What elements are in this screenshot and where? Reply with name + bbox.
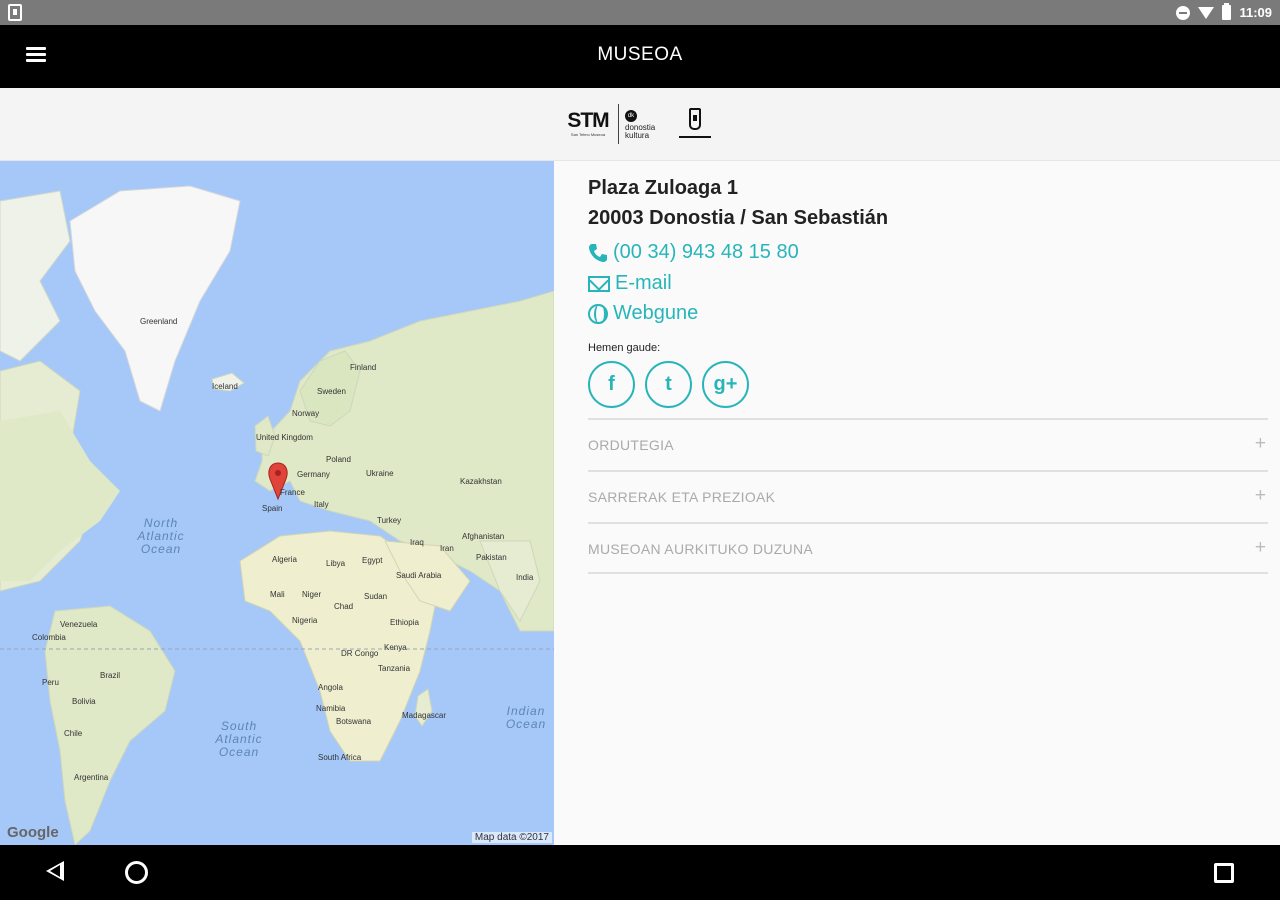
facebook-icon: f: [608, 373, 615, 395]
map-label-india: India: [516, 573, 534, 582]
accordion-tickets-prices[interactable]: SARRERAK ETA PREZIOAK +: [588, 470, 1268, 522]
twitter-button[interactable]: t: [645, 361, 692, 408]
map-label-kenya: Kenya: [384, 643, 407, 652]
map-label-indian-ocean: Indian Ocean: [505, 704, 547, 731]
map-label-ethiopia: Ethiopia: [390, 618, 419, 627]
map-label-france: France: [280, 488, 305, 497]
google-plus-button[interactable]: g+: [702, 361, 749, 408]
wifi-icon: [1198, 6, 1215, 19]
map-label-chile: Chile: [64, 729, 83, 738]
map-label-peru: Peru: [42, 678, 59, 687]
email-label: E-mail: [615, 272, 672, 294]
google-plus-icon: g+: [713, 373, 738, 395]
map-label-united-kingdom: United Kingdom: [256, 433, 313, 442]
map-label-iraq: Iraq: [410, 538, 424, 547]
app-bar: MUSEOA: [0, 25, 1280, 88]
map-label-niger: Niger: [302, 590, 322, 599]
map-label-afghanistan: Afghanistan: [462, 532, 505, 541]
status-icons: 11:09: [1176, 3, 1272, 22]
map-view[interactable]: Greenland Iceland Sweden Finland Norway …: [0, 161, 554, 845]
follow-us-label: Hemen gaude:: [588, 342, 661, 354]
map-label-pakistan: Pakistan: [476, 553, 507, 562]
map-label-mali: Mali: [270, 590, 285, 599]
website-label: Webgune: [613, 302, 699, 324]
phone-icon: [589, 243, 607, 262]
map-label-germany: Germany: [297, 470, 330, 479]
recent-apps-icon[interactable]: [1214, 863, 1234, 883]
map-label-south-atlantic: South Atlantic Ocean: [215, 719, 263, 759]
map-label-north-atlantic: North Atlantic Ocean: [137, 516, 185, 556]
map-label-saudi-arabia: Saudi Arabia: [396, 571, 442, 580]
map-label-south-africa: South Africa: [318, 753, 362, 762]
donostia-kultura-logo: dk donostia kultura: [625, 108, 673, 140]
app-title: MUSEOA: [597, 44, 683, 65]
map-label-egypt: Egypt: [362, 556, 383, 565]
globe-icon: [588, 303, 608, 324]
system-navigation-bar: [0, 845, 1280, 900]
map-label-libya: Libya: [326, 559, 346, 568]
map-label-bolivia: Bolivia: [72, 697, 96, 706]
back-icon[interactable]: [46, 861, 64, 881]
notification-icon: [8, 4, 22, 21]
sponsor-logos: STM San Telmo Museoa dk donostia kultura: [562, 104, 713, 144]
email-link[interactable]: E-mail: [588, 272, 672, 295]
accordion-museum-contents[interactable]: MUSEOAN AURKITUKO DUZUNA +: [588, 522, 1268, 574]
map-label-algeria: Algeria: [272, 555, 297, 564]
home-icon[interactable]: [125, 861, 148, 884]
map-label-greenland: Greenland: [140, 317, 178, 326]
battery-icon: [1222, 3, 1232, 20]
expand-plus-icon: +: [1254, 433, 1266, 454]
city-seal-logo: [677, 104, 713, 144]
map-label-madagascar: Madagascar: [402, 711, 447, 720]
phone-number: (00 34) 943 48 15 80: [613, 241, 799, 263]
map-label-sudan: Sudan: [364, 592, 388, 601]
expand-plus-icon: +: [1254, 485, 1266, 506]
accordion-title: ORDUTEGIA: [588, 437, 674, 453]
map-land-shapes: [0, 185, 554, 845]
accordion-title: MUSEOAN AURKITUKO DUZUNA: [588, 541, 813, 557]
map-label-colombia: Colombia: [32, 633, 66, 642]
map-label-kazakhstan: Kazakhstan: [460, 477, 502, 486]
status-bar: 11:09: [0, 0, 1280, 25]
facebook-button[interactable]: f: [588, 361, 635, 408]
accordion-opening-hours[interactable]: ORDUTEGIA +: [588, 418, 1268, 470]
map-label-spain: Spain: [262, 504, 283, 513]
map-data-credit[interactable]: Map data ©2017: [471, 832, 552, 843]
address-line-2: 20003 Donostia / San Sebastián: [588, 207, 889, 229]
accordion-title: SARRERAK ETA PREZIOAK: [588, 489, 776, 505]
map-label-italy: Italy: [314, 500, 329, 509]
map-label-poland: Poland: [326, 455, 351, 464]
logo-divider: [618, 104, 619, 144]
social-links: f t g+: [588, 361, 749, 408]
status-time: 11:09: [1239, 5, 1272, 20]
map-label-finland: Finland: [350, 363, 377, 372]
map-label-brazil: Brazil: [100, 671, 121, 680]
map-label-namibia: Namibia: [316, 704, 346, 713]
museum-info-panel: Plaza Zuloaga 1 20003 Donostia / San Seb…: [554, 161, 1280, 845]
expand-plus-icon: +: [1254, 537, 1266, 558]
stm-logo: STM San Telmo Museoa: [567, 109, 609, 138]
website-link[interactable]: Webgune: [588, 302, 698, 325]
map-label-iran: Iran: [440, 544, 454, 553]
envelope-icon: [588, 275, 610, 292]
map-label-nigeria: Nigeria: [292, 616, 318, 625]
map-label-ukraine: Ukraine: [366, 469, 394, 478]
map-label-tanzania: Tanzania: [378, 664, 411, 673]
do-not-disturb-icon: [1176, 5, 1191, 20]
map-label-botswana: Botswana: [336, 717, 372, 726]
map-label-sweden: Sweden: [317, 387, 346, 396]
phone-link[interactable]: (00 34) 943 48 15 80: [588, 241, 799, 264]
address-line-1: Plaza Zuloaga 1: [588, 177, 739, 199]
map-label-chad: Chad: [334, 602, 354, 611]
map-label-venezuela: Venezuela: [60, 620, 98, 629]
map-label-iceland: Iceland: [212, 382, 238, 391]
logo-bar: STM San Telmo Museoa dk donostia kultura: [0, 88, 1280, 161]
map-label-argentina: Argentina: [74, 773, 109, 782]
map-label-turkey: Turkey: [377, 516, 402, 525]
map-label-norway: Norway: [292, 409, 320, 418]
google-logo: Google: [7, 824, 59, 841]
map-label-angola: Angola: [318, 683, 343, 692]
map-label-drc: DR Congo: [341, 649, 379, 658]
twitter-icon: t: [665, 373, 672, 395]
